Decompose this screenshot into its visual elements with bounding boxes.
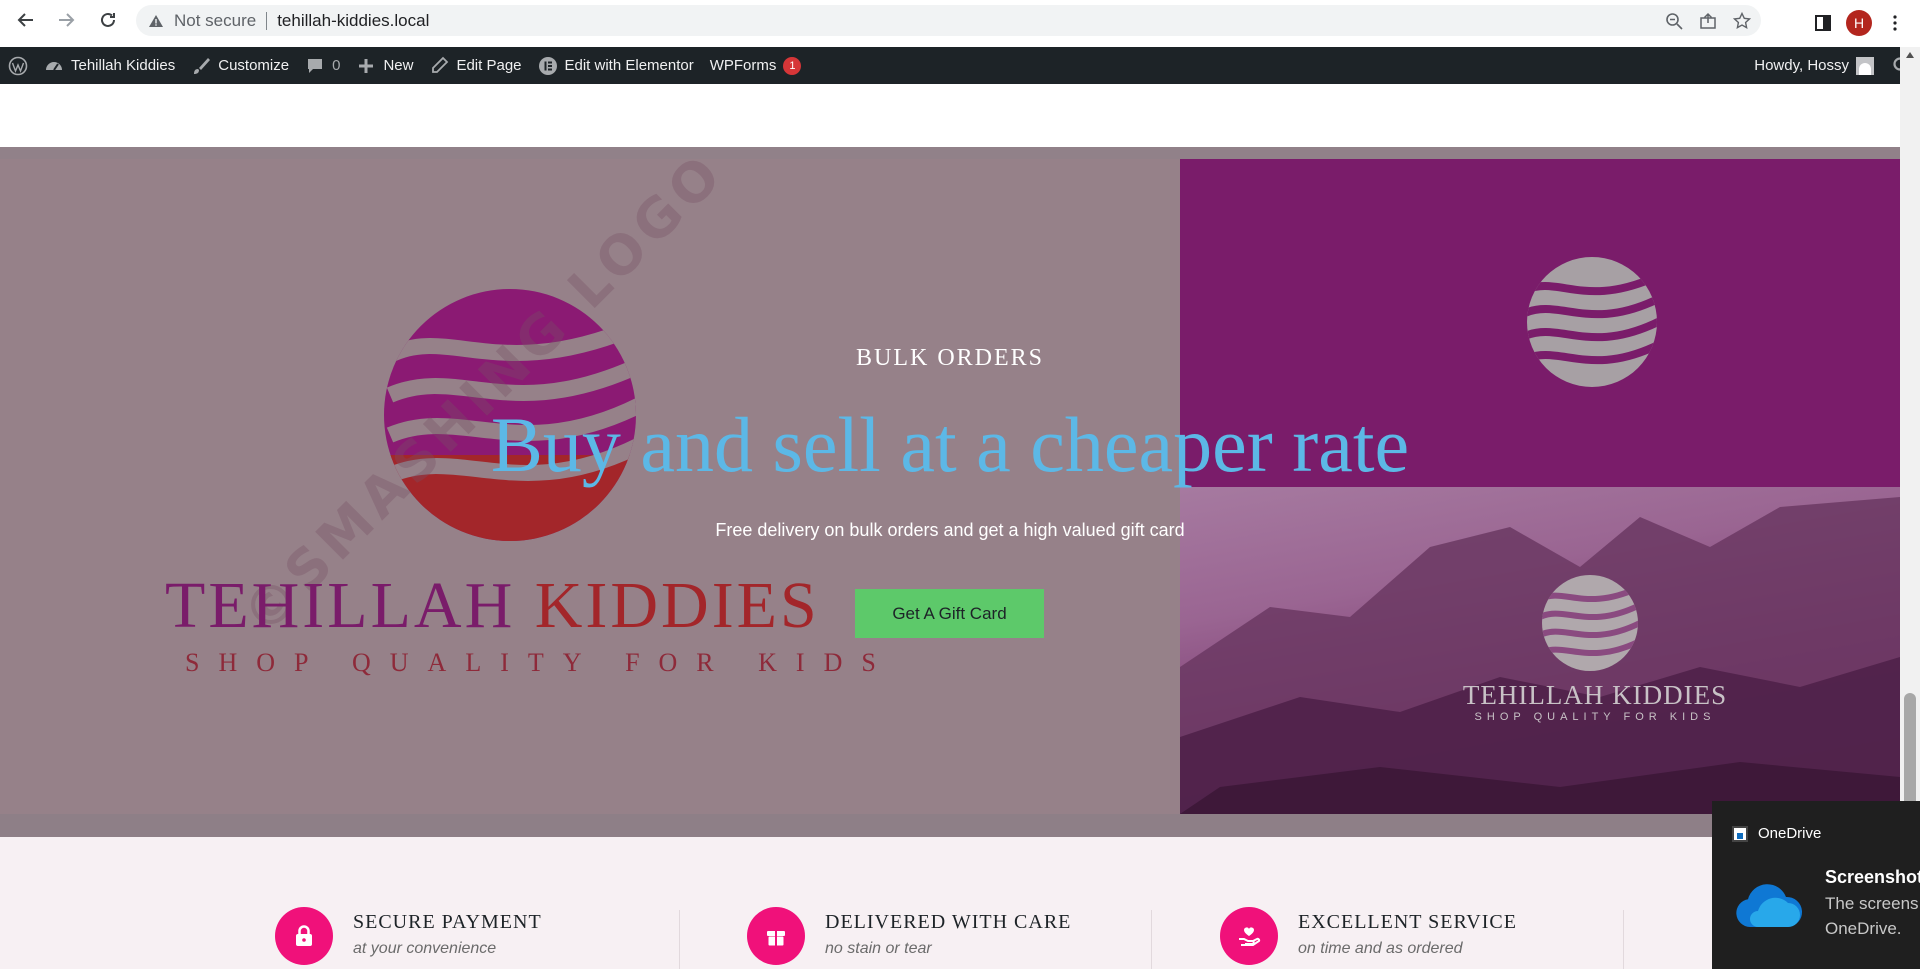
security-label[interactable]: Not secure	[174, 11, 268, 30]
feature-icon-wrap	[747, 907, 805, 965]
toast-body-line1: The screens	[1825, 894, 1919, 913]
wpforms-notification-badge: 1	[783, 56, 802, 75]
feature-subtitle: at your convenience	[353, 940, 497, 957]
forward-button[interactable]	[46, 0, 86, 40]
browser-toolbar: Not secure tehillah-kiddies.local H	[0, 0, 1920, 46]
logo-name-part2: KIDDIES	[534, 569, 820, 642]
small-logo-tagline: SHOP QUALITY FOR KIDS	[1474, 711, 1716, 723]
back-button[interactable]	[6, 0, 46, 40]
wp-admin-bar: Tehillah Kiddies Customize 0 New Edit Pa…	[0, 47, 1920, 84]
feature-icon-wrap	[275, 907, 333, 965]
edit-page-link[interactable]: Edit Page	[421, 47, 529, 84]
feature-title: EXCELLENT SERVICE	[1298, 911, 1517, 933]
toast-app-header: OneDrive	[1732, 825, 1821, 842]
site-name-label: Tehillah Kiddies	[71, 57, 176, 74]
my-account-link[interactable]: Howdy, Hossy	[1746, 47, 1882, 84]
warning-triangle-icon	[149, 14, 163, 27]
address-bar[interactable]: Not secure tehillah-kiddies.local	[136, 5, 1761, 36]
toast-body-line2: OneDrive.	[1825, 919, 1902, 938]
new-label: New	[383, 57, 414, 74]
elementor-icon	[538, 56, 557, 75]
site-name-link[interactable]: Tehillah Kiddies	[36, 47, 183, 84]
edit-elementor-link[interactable]: Edit with Elementor	[530, 47, 702, 84]
bookmark-star-icon[interactable]	[1733, 11, 1751, 30]
toast-title: Screenshot	[1825, 867, 1920, 887]
page-header-space	[0, 84, 1900, 147]
feature-subtitle: no stain or tear	[825, 940, 932, 957]
reload-button[interactable]	[88, 0, 128, 40]
lock-icon	[296, 925, 312, 946]
comment-bubble-icon	[308, 58, 323, 73]
toast-app-name: OneDrive	[1758, 825, 1822, 842]
logo-wordmark: TEHILLAH KIDDIES	[165, 568, 820, 644]
pencil-icon	[432, 56, 449, 73]
plus-icon	[359, 58, 374, 73]
wordpress-menu[interactable]	[0, 47, 36, 84]
bulk-orders-hero: ©SMASHING LOGO TEHILLAH KIDDIES SHOP QUA…	[0, 147, 1900, 837]
toast-body: The screens OneDrive.	[1825, 891, 1919, 941]
heart-hand-icon	[1239, 927, 1261, 946]
feature-secure-payment: SECURE PAYMENT at your convenience	[275, 907, 542, 965]
hero-subtitle: Free delivery on bulk orders and get a h…	[715, 520, 1185, 540]
hero-title: Buy and sell at a cheaper rate	[490, 401, 1410, 488]
edit-elementor-label: Edit with Elementor	[564, 57, 694, 74]
wpforms-label: WPForms	[709, 57, 777, 74]
url-text[interactable]: tehillah-kiddies.local	[277, 11, 429, 31]
profile-avatar[interactable]: H	[1846, 10, 1872, 36]
feature-divider	[1623, 910, 1624, 969]
small-logo-name: TEHILLAH KIDDIES	[1462, 680, 1728, 710]
logo-tagline: SHOP QUALITY FOR KIDS	[185, 648, 895, 677]
feature-subtitle: on time and as ordered	[1298, 940, 1463, 957]
feature-title: SECURE PAYMENT	[353, 911, 542, 933]
onedrive-app-icon	[1732, 825, 1748, 842]
small-logo-globe-bottom	[1542, 575, 1638, 671]
gift-box-icon	[767, 931, 785, 946]
feature-divider	[1151, 910, 1152, 969]
user-avatar	[1856, 56, 1874, 75]
edit-page-label: Edit Page	[456, 57, 522, 74]
feature-icon-wrap	[1220, 907, 1278, 965]
new-content-link[interactable]: New	[348, 47, 421, 84]
back-arrow-icon	[17, 13, 33, 27]
customize-label: Customize	[218, 57, 290, 74]
paintbrush-icon	[194, 57, 211, 74]
feature-delivered-with-care: DELIVERED WITH CARE no stain or tear	[747, 907, 1071, 965]
hero-bottom-band	[0, 814, 1900, 837]
small-logo-globe-top	[1527, 257, 1657, 387]
share-icon[interactable]	[1699, 12, 1717, 30]
feature-title: DELIVERED WITH CARE	[825, 911, 1072, 933]
onedrive-cloud-icon	[1736, 884, 1803, 927]
reload-icon	[101, 12, 115, 27]
howdy-label: Howdy, Hossy	[1754, 57, 1849, 74]
customize-link[interactable]: Customize	[183, 47, 297, 84]
scroll-up-arrow-icon[interactable]	[1905, 51, 1915, 59]
wordpress-logo-icon	[8, 56, 28, 75]
features-strip: SECURE PAYMENT at your convenience DELIV…	[0, 837, 1900, 969]
feature-excellent-service: EXCELLENT SERVICE on time and as ordered	[1220, 907, 1517, 965]
kebab-menu-icon[interactable]	[1886, 14, 1904, 32]
wpforms-link[interactable]: WPForms 1	[702, 47, 810, 84]
comments-count: 0	[332, 57, 341, 74]
hero-kicker: BULK ORDERS	[855, 345, 1045, 371]
logo-name-part1: TEHILLAH	[165, 569, 516, 642]
comments-link[interactable]: 0	[297, 47, 348, 84]
onedrive-notification[interactable]: OneDrive Screenshot The screens OneDrive…	[1712, 801, 1920, 969]
feature-divider	[679, 910, 680, 969]
get-gift-card-button[interactable]: Get A Gift Card	[855, 589, 1044, 638]
forward-arrow-icon	[59, 13, 75, 27]
dashboard-gauge-icon	[46, 61, 62, 71]
scrollbar-thumb[interactable]	[1904, 693, 1916, 813]
side-panel-icon[interactable]	[1814, 14, 1832, 32]
zoom-icon[interactable]	[1665, 12, 1683, 30]
